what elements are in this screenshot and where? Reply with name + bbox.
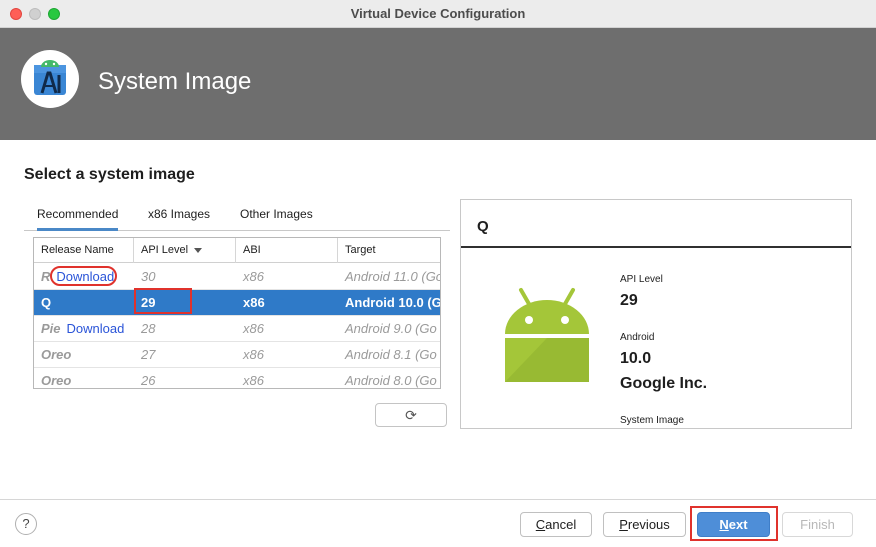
window-titlebar: Virtual Device Configuration — [0, 0, 876, 28]
api-level-cell: 26 — [141, 373, 156, 388]
target-cell: Android 8.1 (Go — [345, 347, 437, 362]
finish-button: Finish — [782, 512, 853, 537]
help-button[interactable]: ? — [15, 513, 37, 535]
download-link[interactable]: Download — [67, 321, 125, 336]
refresh-button[interactable]: ⟳ — [375, 403, 447, 427]
target-cell: Android 11.0 (Go — [345, 269, 441, 284]
api-level-highlight-annotation — [134, 288, 192, 314]
system-image-table: Release Name API Level ABI Target R Downl… — [33, 237, 441, 389]
vendor-value: Google Inc. — [620, 375, 708, 392]
release-name: Pie — [41, 321, 61, 336]
table-row-selected[interactable]: Q 29 x86 Android 10.0 (G — [34, 290, 440, 316]
abi-cell: x86 — [243, 347, 264, 362]
target-cell: Android 8.0 (Go — [345, 373, 437, 388]
system-image-label: System Image — [620, 415, 684, 426]
detail-title: Q — [477, 218, 489, 235]
abi-cell: x86 — [243, 269, 264, 284]
tab-recommended[interactable]: Recommended — [37, 207, 119, 231]
release-name: Oreo — [41, 373, 72, 388]
api-level-cell: 28 — [141, 321, 156, 336]
section-title: Select a system image — [24, 166, 195, 183]
table-header: Release Name API Level ABI Target — [34, 238, 440, 263]
target-cell: Android 10.0 (G — [345, 295, 441, 310]
api-level-value: 29 — [620, 292, 638, 309]
abi-cell: x86 — [243, 373, 264, 388]
cancel-button[interactable]: Cancel — [520, 512, 592, 537]
image-tabs: Recommended x86 Images Other Images — [24, 200, 450, 231]
image-detail-panel: Q API Level 29 Android 10.0 Google Inc. … — [460, 199, 852, 429]
target-cell: Android 9.0 (Go — [345, 321, 437, 336]
column-header-target[interactable]: Target — [338, 238, 440, 263]
refresh-icon: ⟳ — [405, 407, 417, 423]
release-name: R — [41, 269, 51, 284]
sort-descending-icon — [194, 247, 203, 253]
footer-divider — [0, 499, 876, 500]
table-row[interactable]: Pie Download 28 x86 Android 9.0 (Go — [34, 316, 440, 342]
download-highlight-annotation — [50, 266, 117, 286]
release-name: Q — [41, 295, 52, 310]
api-level-cell: 27 — [141, 347, 156, 362]
table-row[interactable]: Oreo 27 x86 Android 8.1 (Go — [34, 342, 440, 368]
android-robot-icon — [505, 288, 589, 382]
previous-button[interactable]: Previous — [603, 512, 686, 537]
column-header-release-name[interactable]: Release Name — [34, 238, 134, 263]
tab-x86-images[interactable]: x86 Images — [148, 207, 210, 221]
column-header-api-level[interactable]: API Level — [134, 238, 236, 263]
detail-divider — [461, 246, 851, 248]
abi-cell: x86 — [243, 295, 265, 310]
table-row[interactable]: Oreo 26 x86 Android 8.0 (Go — [34, 368, 440, 388]
android-studio-logo-icon — [21, 50, 79, 108]
help-icon: ? — [22, 516, 30, 531]
window-title: Virtual Device Configuration — [350, 6, 526, 21]
android-version-value: 10.0 — [620, 350, 652, 367]
android-label: Android — [620, 332, 655, 343]
next-highlight-annotation — [690, 506, 778, 541]
api-level-label: API Level — [620, 274, 663, 285]
abi-cell: x86 — [243, 321, 264, 336]
page-header: System Image — [0, 28, 876, 140]
page-title: System Image — [98, 68, 252, 95]
api-level-cell: 30 — [141, 269, 156, 284]
tab-other-images[interactable]: Other Images — [240, 207, 313, 221]
release-name: Oreo — [41, 347, 72, 362]
column-header-abi[interactable]: ABI — [236, 238, 338, 263]
